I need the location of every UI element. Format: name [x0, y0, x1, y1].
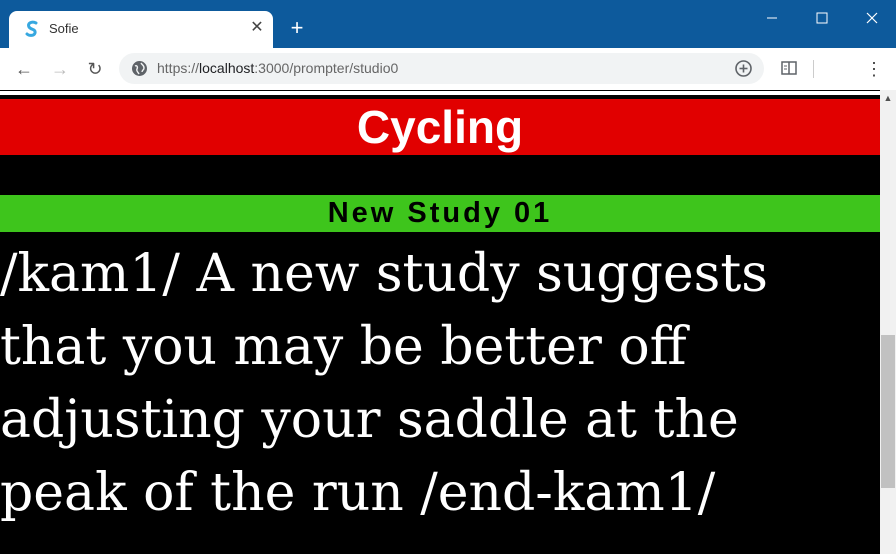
browser-titlebar: Sofie ✕ + — [0, 0, 896, 48]
browser-toolbar: ← → ↻ https://localhost:3000/prompter/st… — [0, 48, 896, 91]
script-text: /kam1/ A new study suggests that you may… — [0, 244, 768, 523]
url-text: https://localhost:3000/prompter/studio0 — [157, 60, 398, 76]
minimize-icon — [767, 17, 777, 19]
scroll-up-arrow-icon[interactable]: ▲ — [880, 90, 896, 106]
tab-close-button[interactable]: ✕ — [247, 18, 267, 38]
globe-icon[interactable] — [131, 60, 148, 77]
top-divider-line — [0, 91, 880, 95]
url-host: localhost — [199, 60, 255, 76]
tab-title: Sofie — [49, 21, 79, 36]
url-path: :3000/prompter/studio0 — [254, 60, 399, 76]
sofie-logo-icon — [25, 20, 38, 37]
plus-circle-icon[interactable] — [734, 59, 753, 78]
window-minimize-button[interactable] — [749, 0, 795, 36]
forward-button[interactable]: → — [48, 57, 72, 81]
browser-tab[interactable]: Sofie ✕ — [9, 11, 273, 48]
reload-button[interactable]: ↻ — [83, 57, 107, 81]
url-scheme: https:// — [157, 60, 200, 76]
toolbar-divider — [813, 60, 814, 78]
reader-mode-icon[interactable] — [780, 59, 798, 77]
vertical-scrollbar[interactable]: ▲ — [880, 90, 896, 554]
maximize-icon — [816, 12, 828, 24]
back-button[interactable]: ← — [12, 57, 36, 81]
part-title: New Study 01 — [0, 195, 880, 232]
close-icon — [866, 12, 878, 24]
window-close-button[interactable] — [849, 0, 895, 36]
new-tab-button[interactable]: + — [286, 17, 308, 39]
segment-title: Cycling — [0, 99, 880, 155]
browser-menu-button[interactable]: ⋮ — [864, 57, 884, 81]
scrollbar-thumb[interactable] — [881, 335, 895, 488]
prompter-view: Cycling New Study 01 /kam1/ A new study … — [0, 90, 880, 554]
window-maximize-button[interactable] — [799, 0, 845, 36]
address-bar[interactable]: https://localhost:3000/prompter/studio0 — [119, 53, 764, 84]
